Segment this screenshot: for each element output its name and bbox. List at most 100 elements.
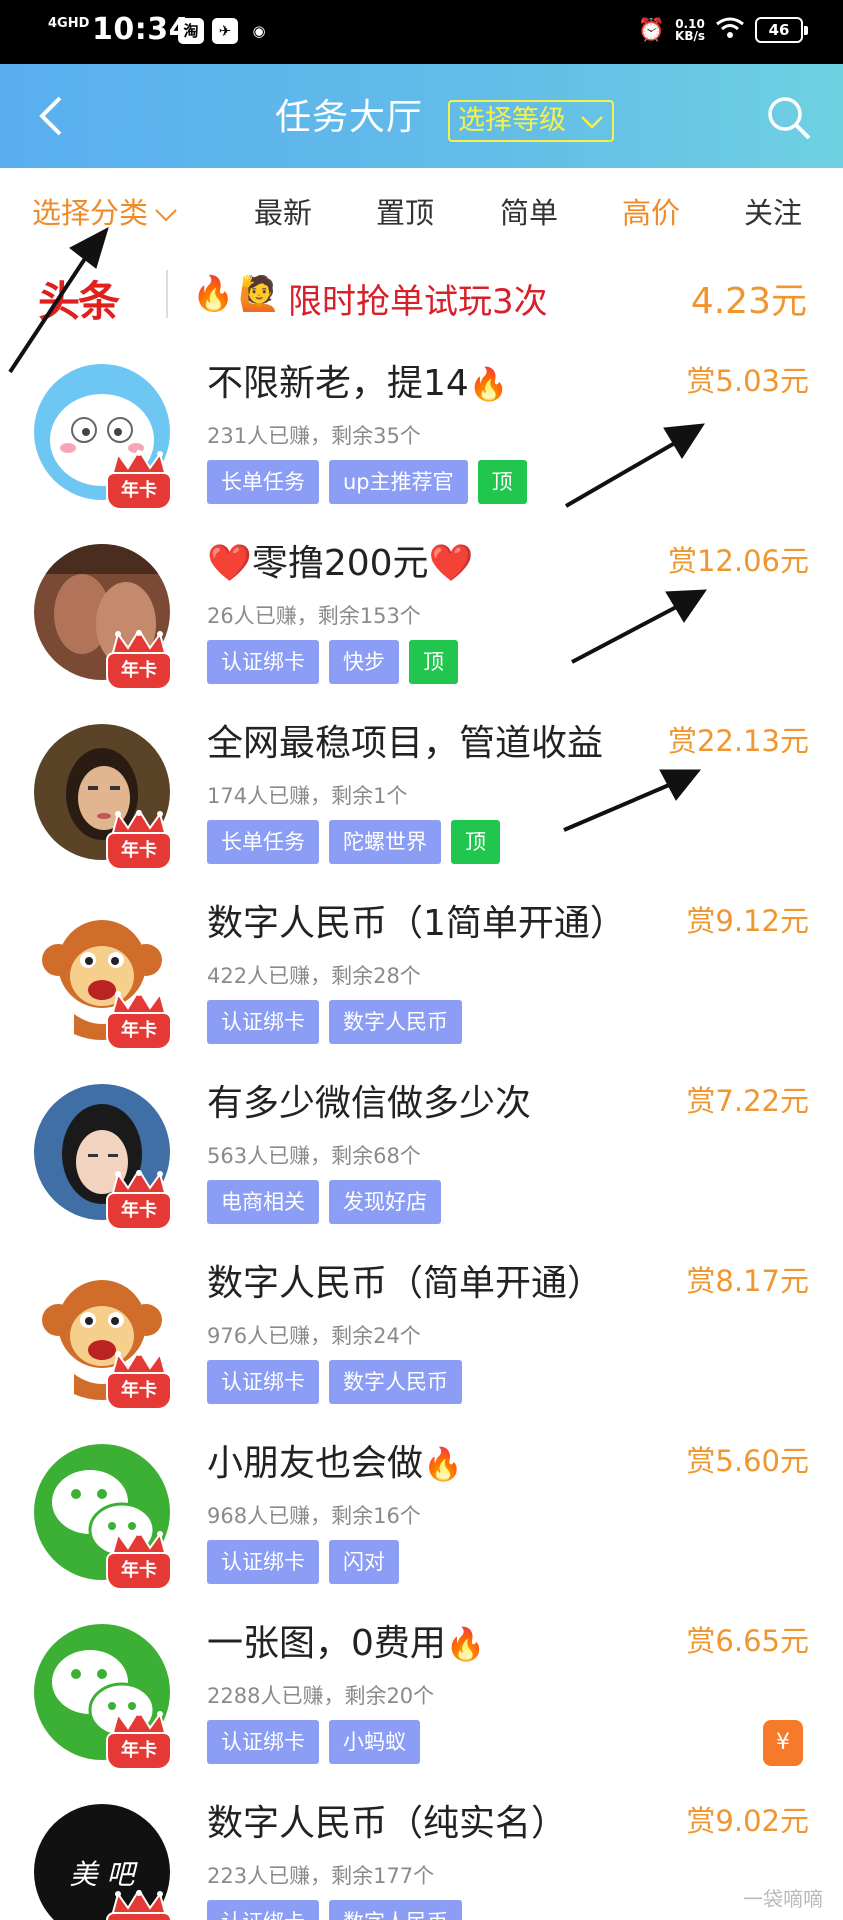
alarm-icon: ⏰ xyxy=(637,17,666,43)
annual-card-badge: 年卡 xyxy=(106,450,172,512)
select-level-button[interactable]: 选择等级 xyxy=(448,100,614,142)
task-item[interactable]: 年卡 不限新老，提14🔥 231人已赚，剩余35个长单任务 up主推荐官顶 赏5.03元 xyxy=(0,340,843,520)
task-title: 小朋友也会做🔥 xyxy=(207,1443,463,1484)
annual-card-badge: 年卡 xyxy=(106,1710,172,1772)
task-tag: 数字人民币 xyxy=(329,1000,462,1044)
chevron-left-icon xyxy=(39,96,62,136)
weibo-icon: ◉ xyxy=(246,18,272,44)
task-item[interactable]: 年卡 有多少微信做多少次 563人已赚，剩余68个电商相关 发现好店 赏7.22元 xyxy=(0,1060,843,1240)
task-item[interactable]: 美 吧年卡 数字人民币（纯实名） 223人已赚，剩余177个认证绑卡数字人民币 赏9.… xyxy=(0,1780,843,1920)
tab-pinned[interactable]: 置顶 xyxy=(376,190,434,232)
net-speed: 0.10 KB/s xyxy=(675,17,705,43)
task-item[interactable]: 年卡 全网最稳项目，管道收益 174人已赚，剩余1个 长单任务 陀螺世界顶 赏22.13元 xyxy=(0,700,843,880)
wallet-icon[interactable]: ¥ xyxy=(763,1720,803,1766)
search-icon xyxy=(768,97,811,140)
fire-icon: 🔥 xyxy=(192,274,235,314)
pinned-badge: 顶 xyxy=(409,640,458,684)
task-tags: 认证绑卡数字人民币 xyxy=(207,1000,462,1044)
task-tag: 长单任务 xyxy=(207,460,319,504)
back-button[interactable] xyxy=(30,92,78,140)
task-tag: 陀螺世界 xyxy=(329,820,441,864)
task-title: 不限新老，提14🔥 xyxy=(207,363,509,404)
task-reward: 赏9.02元 xyxy=(686,1804,809,1838)
tab-latest[interactable]: 最新 xyxy=(254,190,312,232)
task-tag: 电商相关 xyxy=(207,1180,319,1224)
annual-card-label: 年卡 xyxy=(106,1732,172,1770)
task-reward: 赏5.03元 xyxy=(686,364,809,398)
banner-text: 限时抢单试玩3次 xyxy=(288,282,548,322)
task-reward: 赏22.13元 xyxy=(667,724,809,758)
clock: 10:34 xyxy=(92,12,190,47)
task-tag: 认证绑卡 xyxy=(207,1000,319,1044)
tab-simple[interactable]: 简单 xyxy=(500,190,558,232)
annual-card-badge: 年卡 xyxy=(106,1170,172,1232)
task-tags: 长单任务 up主推荐官顶 xyxy=(207,460,527,504)
task-title: 数字人民币（简单开通） xyxy=(207,1263,604,1304)
taobao-icon: 淘 xyxy=(178,18,204,44)
toutiao-logo: 头条 xyxy=(38,277,120,326)
annual-card-label: 年卡 xyxy=(106,1372,172,1410)
task-tags: 认证绑卡 小蚂蚁 xyxy=(207,1720,420,1764)
annual-card-label: 年卡 xyxy=(106,1912,172,1920)
task-tag: 认证绑卡 xyxy=(207,1540,319,1584)
wifi-icon xyxy=(715,16,745,44)
chevron-down-icon xyxy=(581,116,603,129)
annual-card-badge: 年卡 xyxy=(106,1350,172,1412)
task-stats: 563人已赚，剩余68个 xyxy=(207,1144,421,1168)
task-title: 有多少微信做多少次 xyxy=(207,1083,532,1124)
task-reward: 赏6.65元 xyxy=(686,1624,809,1658)
task-stats: 422人已赚，剩余28个 xyxy=(207,964,421,988)
svg-text:美 吧: 美 吧 xyxy=(70,1858,139,1891)
task-item[interactable]: 年卡 一张图，0费用🔥 2288人已赚，剩余20个 认证绑卡 小蚂蚁 赏6.65元 ¥ xyxy=(0,1600,843,1780)
task-stats: 174人已赚，剩余1个 xyxy=(207,784,408,808)
task-stats: 231人已赚，剩余35个 xyxy=(207,424,421,448)
annual-card-badge: 年卡 xyxy=(106,990,172,1052)
task-title: 数字人民币（纯实名） xyxy=(207,1803,568,1844)
task-tag: 认证绑卡 xyxy=(207,640,319,684)
task-item[interactable]: 年卡 ❤️零撸200元❤️ 26人已赚，剩余153个 认证绑卡 快步顶 赏12.06元 xyxy=(0,520,843,700)
tab-follow[interactable]: 关注 xyxy=(744,190,802,232)
annual-card-label: 年卡 xyxy=(106,1012,172,1050)
page-title: 任务大厅 xyxy=(275,97,424,138)
task-tags: 认证绑卡 闪对 xyxy=(207,1540,399,1584)
chevron-down-icon xyxy=(155,209,177,222)
annual-card-label: 年卡 xyxy=(106,652,172,690)
app-header: 任务大厅 选择等级 xyxy=(0,64,843,168)
task-tag: 认证绑卡 xyxy=(207,1900,319,1920)
task-item[interactable]: 年卡 小朋友也会做🔥 968人已赚，剩余16个 认证绑卡 闪对 赏5.60元 xyxy=(0,1420,843,1600)
annual-card-badge: 年卡 xyxy=(106,1530,172,1592)
task-tag: 发现好店 xyxy=(329,1180,441,1224)
task-stats: 968人已赚，剩余16个 xyxy=(207,1504,421,1528)
task-tag: 快步 xyxy=(329,640,399,684)
task-tag: 数字人民币 xyxy=(329,1360,462,1404)
promo-banner[interactable]: 头条 🔥 🙋 限时抢单试玩3次 4.23元 xyxy=(0,254,843,340)
task-tags: 认证绑卡数字人民币 xyxy=(207,1900,462,1920)
task-item[interactable]: 年卡 数字人民币（简单开通） 976人已赚，剩余24个 认证绑卡 数字人民币 赏8.17元 xyxy=(0,1240,843,1420)
task-title: 全网最稳项目，管道收益 xyxy=(207,723,604,764)
annual-card-label: 年卡 xyxy=(106,1552,172,1590)
task-tag: 数字人民币 xyxy=(329,1900,462,1920)
task-reward: 赏9.12元 xyxy=(686,904,809,938)
task-tag: 认证绑卡 xyxy=(207,1360,319,1404)
task-tags: 认证绑卡 快步顶 xyxy=(207,640,458,684)
task-title: ❤️零撸200元❤️ xyxy=(207,543,474,584)
task-tag: up主推荐官 xyxy=(329,460,468,504)
annual-card-label: 年卡 xyxy=(106,472,172,510)
task-tags: 电商相关 发现好店 xyxy=(207,1180,441,1224)
search-button[interactable] xyxy=(765,94,813,142)
tab-select-category[interactable]: 选择分类 xyxy=(32,190,178,232)
watermark: 一袋嘀嘀 xyxy=(743,1887,823,1911)
task-stats: 976人已赚，剩余24个 xyxy=(207,1324,421,1348)
task-tag: 长单任务 xyxy=(207,820,319,864)
task-reward: 赏7.22元 xyxy=(686,1084,809,1118)
status-bar: 4GHD 10:34 淘 ✈ ◉ ⏰ 0.10 KB/s 46 xyxy=(0,0,843,64)
task-item[interactable]: 年卡 数字人民币（1简单开通） 422人已赚，剩余28个 认证绑卡 数字人民币 赏9.12… xyxy=(0,880,843,1060)
task-tags: 长单任务 陀螺世界顶 xyxy=(207,820,500,864)
divider xyxy=(166,270,168,318)
pinned-badge: 顶 xyxy=(477,460,527,504)
tab-high-price[interactable]: 高价 xyxy=(622,190,680,232)
fire-icon: 🔥 xyxy=(423,1445,463,1483)
task-list: 年卡 不限新老，提14🔥 231人已赚，剩余35个 长单任务 up主推荐官顶赏5.03元… xyxy=(0,340,843,1920)
telegram-icon: ✈ xyxy=(212,18,238,44)
raising-hand-icon: 🙋 xyxy=(238,274,281,314)
